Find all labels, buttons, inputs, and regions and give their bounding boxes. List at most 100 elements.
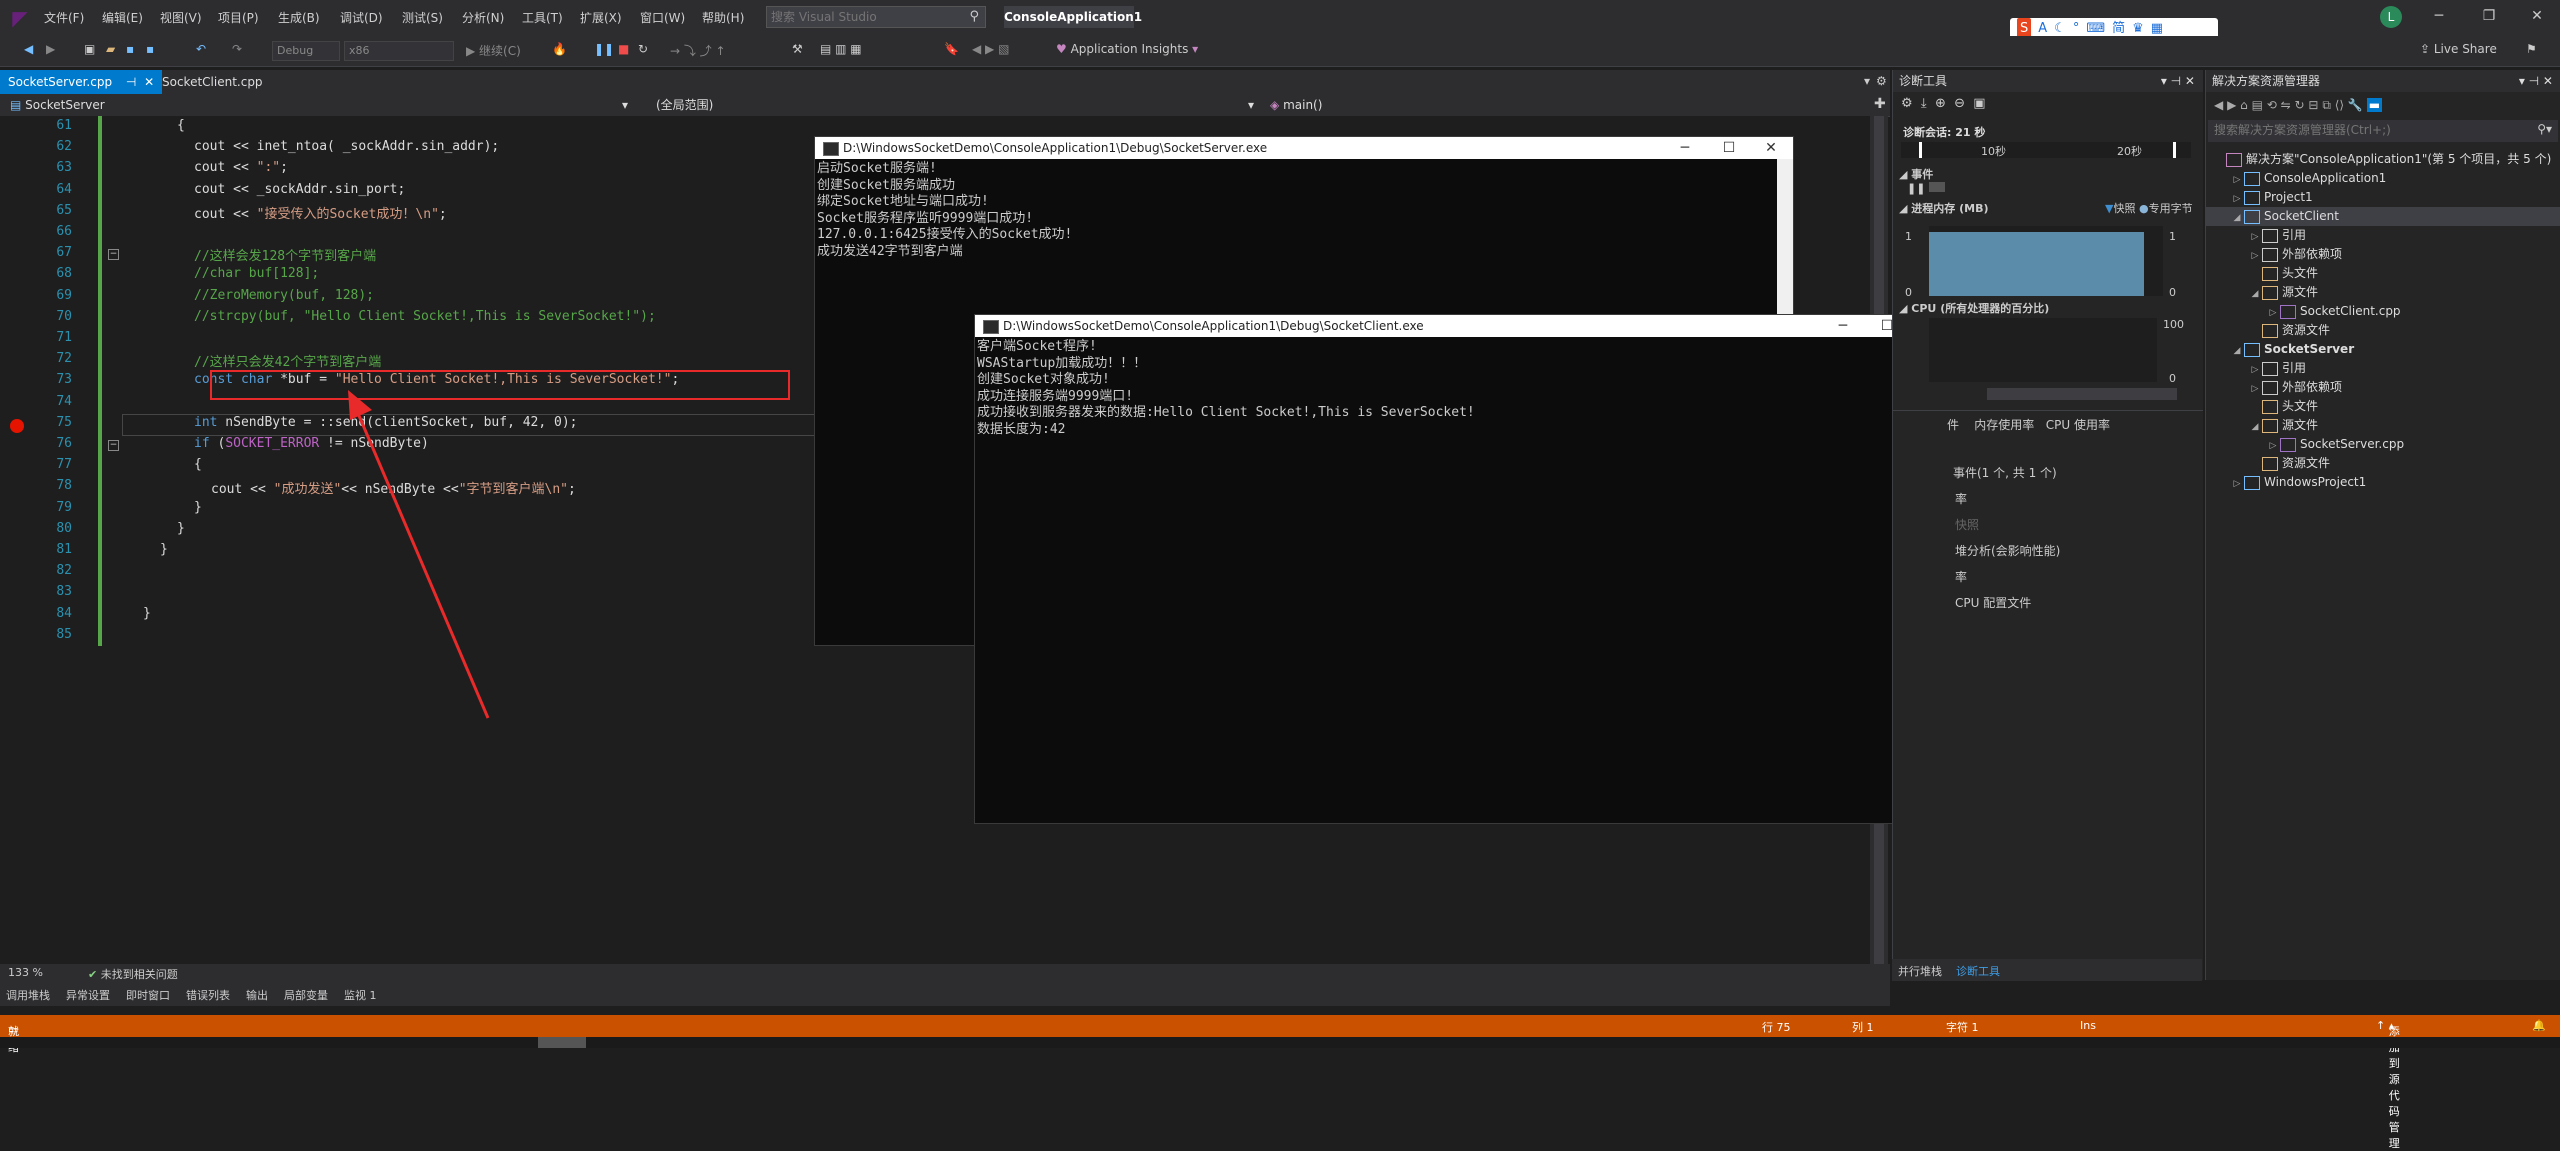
tab-socketserver-cpp[interactable]: SocketServer.cpp ⊣ ✕ — [0, 70, 163, 94]
bottom-tab[interactable]: 调用堆栈 — [6, 987, 50, 1003]
console-title-bar[interactable]: D:\WindowsSocketDemo\ConsoleApplication1… — [815, 137, 1793, 159]
open-folder-icon[interactable]: ▰ — [106, 42, 115, 56]
code-line[interactable]: //ZeroMemory(buf, 128); — [194, 288, 374, 303]
restart-icon[interactable]: ↻ — [638, 42, 648, 56]
menu-item[interactable]: 扩展(X) — [580, 9, 622, 26]
cpu-chart[interactable] — [1929, 318, 2157, 382]
close-tab-icon[interactable]: ✕ — [144, 75, 154, 89]
menu-item[interactable]: 编辑(E) — [102, 9, 143, 26]
bottom-tab[interactable]: 输出 — [246, 987, 268, 1003]
client-console-window[interactable]: D:\WindowsSocketDemo\ConsoleApplication1… — [974, 314, 1952, 824]
bookmark-nav-icon[interactable]: ◀ ▶ ▧ — [972, 42, 1009, 56]
tree-item[interactable]: 解决方案"ConsoleApplication1"(第 5 个项目，共 5 个) — [2206, 150, 2560, 169]
expand-icon[interactable]: ◢ — [2248, 418, 2262, 437]
continue-button[interactable]: ▶ 继续(C) — [466, 42, 521, 59]
menu-item[interactable]: 文件(F) — [44, 9, 84, 26]
tree-item[interactable]: ▷ 外部依赖项 — [2206, 245, 2560, 264]
maximize-icon[interactable]: ❐ — [2474, 6, 2504, 26]
tab-parallel-stacks[interactable]: 并行堆栈 — [1898, 963, 1942, 979]
maximize-icon[interactable]: ☐ — [1709, 137, 1749, 159]
tab-memory-usage[interactable]: 内存使用率 — [1974, 418, 2034, 432]
notifications-icon[interactable]: 🔔 — [2532, 1019, 2546, 1032]
code-line[interactable]: cout << ":"; — [194, 160, 288, 175]
pin-icon[interactable]: ⊣ — [126, 75, 136, 89]
tree-item[interactable]: ◢ SocketClient — [2206, 207, 2560, 226]
menu-item[interactable]: 视图(V) — [160, 9, 202, 26]
bottom-tab[interactable]: 局部变量 — [284, 987, 328, 1003]
history-icon[interactable]: ⟲ — [2267, 98, 2277, 112]
bookmark-icon[interactable]: 🔖 — [944, 42, 959, 56]
code-line[interactable]: //这样只会发42个字节到客户端 — [194, 351, 381, 370]
reset-zoom-icon[interactable]: ▣ — [1973, 96, 1985, 111]
menu-item[interactable]: 帮助(H) — [702, 9, 744, 26]
tree-item[interactable]: ◢ SocketServer — [2206, 340, 2560, 359]
undo-icon[interactable]: ↶ — [196, 42, 206, 56]
tree-item[interactable]: ◢ 源文件 — [2206, 283, 2560, 302]
menu-item[interactable]: 生成(B) — [278, 9, 320, 26]
minimize-icon[interactable]: ─ — [2424, 6, 2454, 26]
minimize-icon[interactable]: ─ — [1665, 137, 1705, 159]
close-icon[interactable]: ✕ — [2522, 6, 2552, 26]
diag-scrollbar[interactable] — [1987, 388, 2177, 400]
feedback-icon[interactable]: ⚑ — [2526, 42, 2537, 56]
code-line[interactable]: cout << inet_ntoa( _sockAddr.sin_addr); — [194, 139, 499, 154]
issues-status[interactable]: ✔ 未找到相关问题 — [88, 966, 178, 982]
platform-select[interactable]: x86 — [344, 41, 454, 61]
home-icon[interactable]: ⌂ — [2240, 98, 2248, 112]
menu-item[interactable]: 窗口(W) — [640, 9, 685, 26]
avatar[interactable]: L — [2380, 6, 2402, 28]
tree-item[interactable]: ▷ 引用 — [2206, 226, 2560, 245]
tree-item[interactable]: 资源文件 — [2206, 321, 2560, 340]
switch-views-icon[interactable]: ▤ — [2252, 98, 2263, 112]
export-icon[interactable]: ⤓ — [1921, 96, 1927, 111]
taskbar-item[interactable] — [538, 1037, 586, 1048]
code-line[interactable]: } — [160, 542, 168, 557]
app-insights-button[interactable]: ♥ Application Insights ▾ — [1056, 42, 1198, 56]
timeline-start-marker[interactable] — [1919, 142, 1922, 158]
minimize-icon[interactable]: ─ — [1823, 315, 1863, 337]
menu-item[interactable]: 工具(T) — [522, 9, 563, 26]
tool-icon[interactable]: ⚒ — [792, 42, 803, 56]
zoom-out-icon[interactable]: ⊖ — [1954, 96, 1965, 111]
code-icon[interactable]: ⟨⟩ — [2335, 98, 2344, 112]
bottom-tab[interactable]: 即时窗口 — [126, 987, 170, 1003]
expand-icon[interactable]: ◢ — [2230, 342, 2244, 361]
console-title-bar[interactable]: D:\WindowsSocketDemo\ConsoleApplication1… — [975, 315, 1951, 337]
stop-icon[interactable]: ■ — [618, 42, 629, 56]
bottom-tab[interactable]: 异常设置 — [66, 987, 110, 1003]
save-icon[interactable]: ▪ — [126, 42, 134, 56]
show-all-icon[interactable]: ⧉ — [2322, 98, 2331, 112]
tab-cpu-usage[interactable]: CPU 使用率 — [2046, 418, 2110, 432]
collapse-toggle-icon[interactable]: − — [108, 249, 119, 261]
redo-icon[interactable]: ↷ — [232, 42, 242, 56]
cpu-profile-link[interactable]: CPU 配置文件 — [1955, 594, 2031, 611]
code-line[interactable]: //char buf[128]; — [194, 266, 319, 281]
search-icon[interactable]: ⚲▾ — [2537, 122, 2552, 136]
config-select[interactable]: Debug — [272, 41, 340, 61]
live-share-button[interactable]: ⇪ Live Share — [2420, 42, 2497, 56]
preview-icon[interactable]: ▬ — [2366, 98, 2383, 112]
refresh-icon[interactable]: ↻ — [2295, 98, 2305, 112]
tree-item[interactable]: ▷ 引用 — [2206, 359, 2560, 378]
zoom-in-icon[interactable]: ⊕ — [1935, 96, 1946, 111]
code-line[interactable]: //strcpy(buf, "Hello Client Socket!,This… — [194, 309, 656, 324]
bottom-tab[interactable]: 错误列表 — [186, 987, 230, 1003]
collapse-icon[interactable]: ⊟ — [2308, 98, 2318, 112]
pause-icon[interactable]: ❚❚ — [594, 42, 614, 56]
tree-item[interactable]: ▷ ConsoleApplication1 — [2206, 169, 2560, 188]
properties-icon[interactable]: 🔧 — [2348, 98, 2363, 112]
tree-item[interactable]: ▷ SocketServer.cpp — [2206, 435, 2560, 454]
tree-item[interactable]: ▷ SocketClient.cpp — [2206, 302, 2560, 321]
bottom-tab[interactable]: 监视 1 — [344, 987, 377, 1003]
code-line[interactable]: cout << _sockAddr.sin_port; — [194, 182, 405, 197]
settings-icon[interactable]: ⚙ — [1876, 74, 1887, 88]
back-icon[interactable]: ◀ — [24, 42, 33, 56]
code-line[interactable]: //这样会发128个字节到客户端 — [194, 245, 376, 264]
menu-item[interactable]: 测试(S) — [402, 9, 443, 26]
tree-item[interactable]: ▷ 外部依赖项 — [2206, 378, 2560, 397]
timeline-end-marker[interactable] — [2173, 142, 2176, 158]
tab-diagnostic-tools[interactable]: 诊断工具 — [1956, 963, 2000, 979]
tree-item[interactable]: 头文件 — [2206, 264, 2560, 283]
bookmark-tools-icon[interactable]: ▤ ▥ ▦ — [820, 42, 862, 56]
solution-search[interactable]: ⚲▾ — [2208, 120, 2558, 142]
